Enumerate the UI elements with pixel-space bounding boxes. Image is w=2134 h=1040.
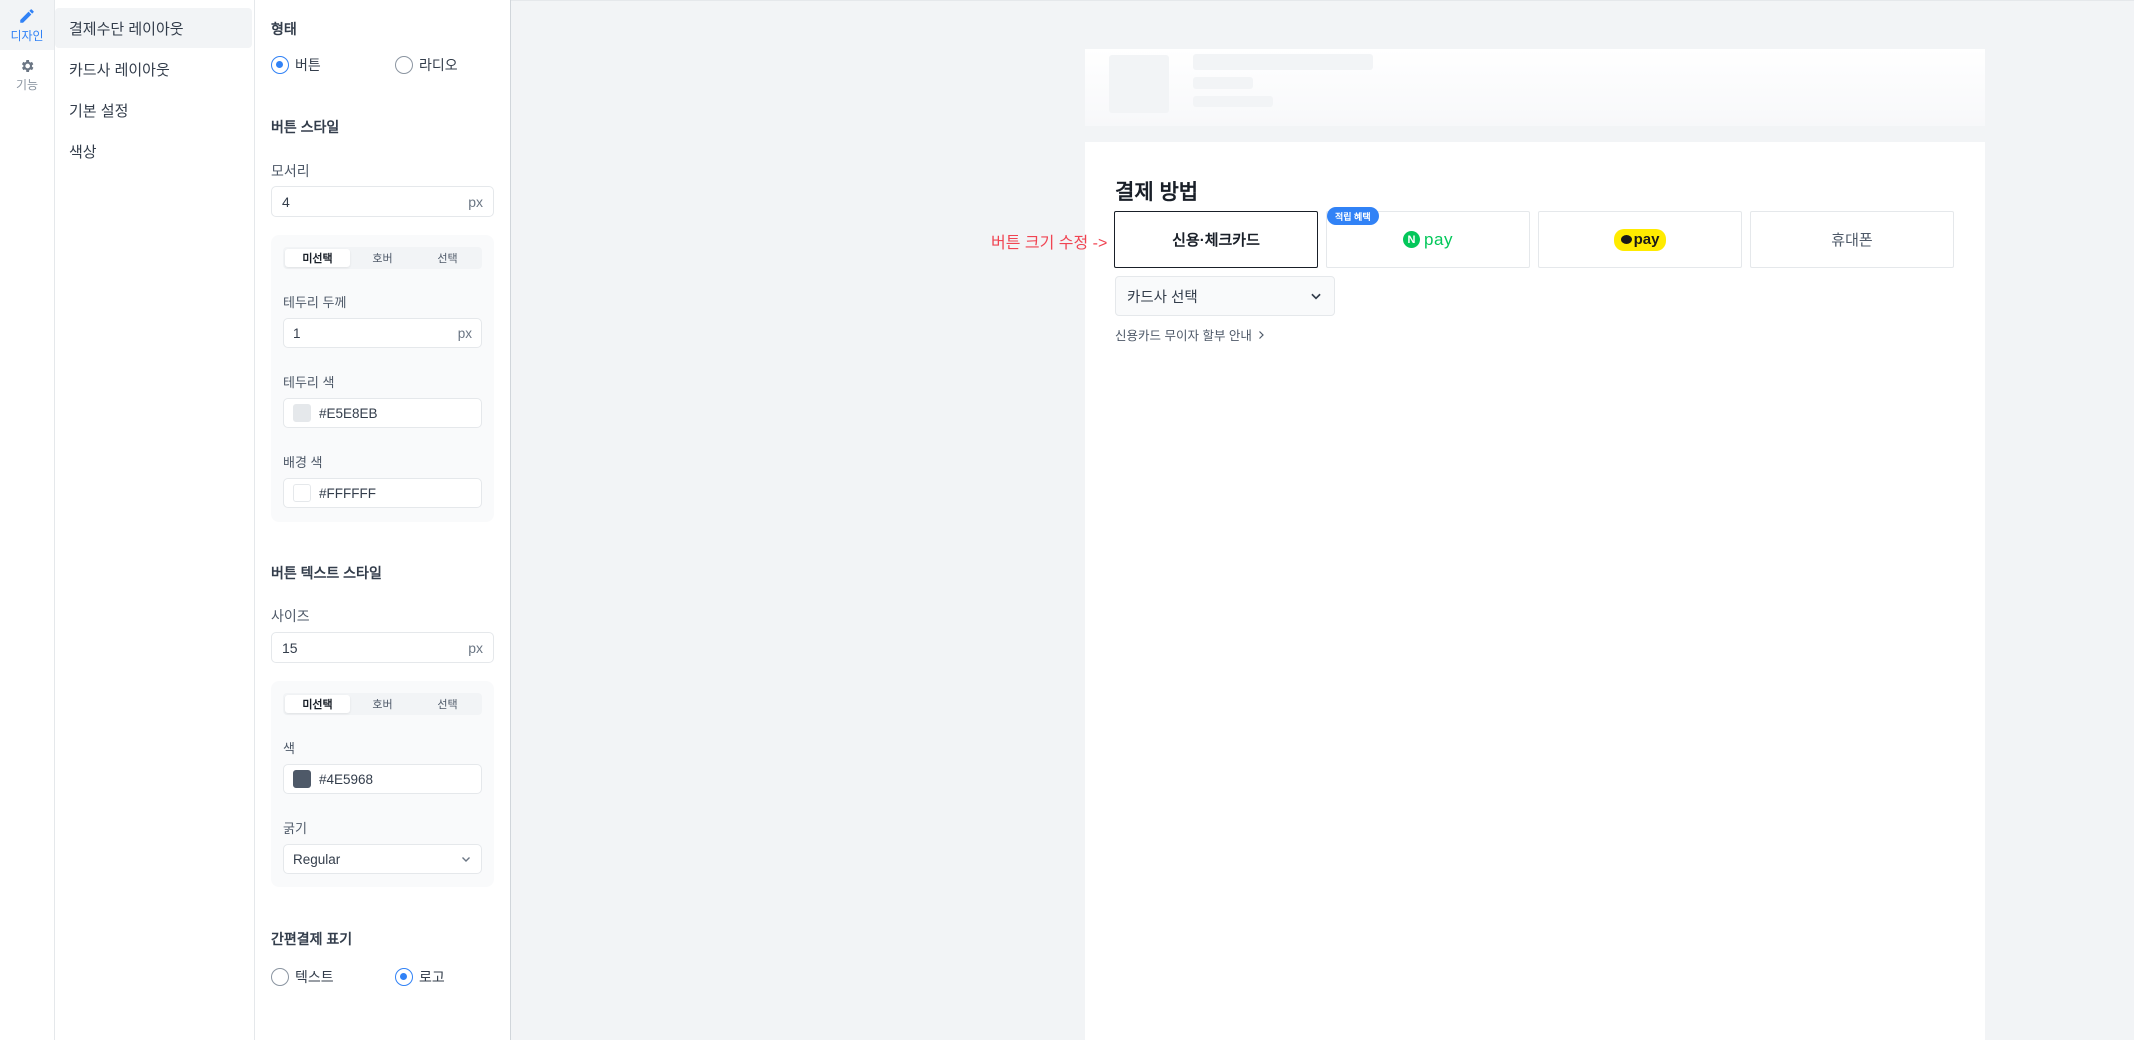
bg-color-input[interactable]: #FFFFFF [283,478,482,508]
form-option-button-label: 버튼 [295,57,321,73]
text-style-card: 미선택 호버 선택 색 #4E5968 굵기 Regular [271,681,494,887]
menu-item-colors[interactable]: 색상 [55,131,252,171]
tab-hover[interactable]: 호버 [350,695,415,713]
button-style-title: 버튼 스타일 [271,119,340,135]
text-color-swatch[interactable] [293,770,311,788]
tab-hover[interactable]: 호버 [350,249,415,267]
radio-indicator [395,968,413,986]
layout-menu: 결제수단 레이아웃 카드사 레이아웃 기본 설정 색상 [55,0,255,1040]
form-option-radio[interactable]: 라디오 [395,55,510,75]
text-size-value: 15 [282,639,298,656]
form-title: 형태 [271,21,297,37]
border-color-swatch[interactable] [293,404,311,422]
radius-input[interactable]: 4 px [271,186,494,217]
payment-method-card[interactable]: 신용·체크카드 [1114,211,1318,268]
naver-pay-text: pay [1424,229,1453,249]
border-width-value: 1 [293,325,301,341]
text-style-title: 버튼 텍스트 스타일 [271,565,382,581]
form-option-radio-label: 라디오 [419,57,458,73]
kakao-bubble-icon [1620,235,1632,244]
font-weight-value: Regular [293,851,341,867]
pencil-icon [20,8,34,23]
radius-unit: px [468,193,483,210]
skeleton-line [1193,54,1373,70]
bg-color-swatch[interactable] [293,484,311,502]
easy-pay-radio-group: 텍스트 로고 [271,967,510,987]
form-radio-group: 버튼 라디오 [271,55,510,75]
easy-pay-option-text-label: 텍스트 [295,969,334,985]
border-color-input[interactable]: #E5E8EB [283,398,482,428]
easy-pay-option-logo[interactable]: 로고 [395,967,510,987]
kakao-pay-text: pay [1633,231,1660,248]
skeleton-thumbnail [1109,55,1169,113]
rail-design-label: 디자인 [10,28,44,43]
naver-n-icon: N [1403,231,1421,248]
payment-method-card-label: 신용·체크카드 [1172,232,1260,249]
text-size-label: 사이즈 [271,608,310,624]
border-color-value: #E5E8EB [319,405,378,421]
gear-icon [21,59,34,72]
text-color-input[interactable]: #4E5968 [283,764,482,794]
naver-pay-logo: N pay [1403,230,1453,250]
form-option-button[interactable]: 버튼 [271,55,395,75]
radius-label: 모서리 [271,163,310,179]
chevron-down-icon [462,857,470,862]
text-size-input[interactable]: 15 px [271,632,494,663]
text-color-value: #4E5968 [319,771,374,787]
payment-method-title: 결제 방법 [1115,181,1199,204]
payment-method-phone-label: 휴대폰 [1831,232,1873,249]
easy-pay-option-text[interactable]: 텍스트 [271,967,395,987]
payment-method-kakao-pay[interactable]: pay [1538,211,1742,268]
chevron-down-icon [1311,293,1321,300]
card-company-placeholder: 카드사 선택 [1127,289,1198,306]
border-color-label: 테두리 색 [283,375,335,390]
installment-info-link[interactable]: 신용카드 무이자 할부 안내 [1115,325,1266,344]
font-weight-select[interactable]: Regular [283,844,482,874]
radio-indicator [395,56,413,74]
border-width-label: 테두리 두께 [283,295,347,310]
font-weight-label: 굵기 [283,821,307,836]
rail-features-label: 기능 [15,77,39,92]
payment-sheet: 결제 방법 적립 혜택 신용·체크카드 N pay pay 휴대폰 카드사 선택… [1085,142,1985,1040]
tab-unselected[interactable]: 미선택 [285,695,350,713]
border-width-input[interactable]: 1 px [283,318,482,348]
settings-panel: 형태 버튼 라디오 버튼 스타일 모서리 4 px 미선택 호버 선택 테두리 … [255,0,511,1040]
menu-item-basic-settings[interactable]: 기본 설정 [55,90,252,130]
easy-pay-title: 간편결제 표기 [271,931,353,947]
bg-color-label: 배경 색 [283,455,323,470]
tab-selected[interactable]: 선택 [415,249,480,267]
kakao-pay-logo: pay [1613,228,1667,251]
radius-value: 4 [282,193,290,210]
text-color-label: 색 [283,741,295,756]
card-company-select[interactable]: 카드사 선택 [1115,276,1335,316]
preview-canvas: 결제 방법 적립 혜택 신용·체크카드 N pay pay 휴대폰 카드사 선택… [511,0,2134,1040]
text-state-tabs: 미선택 호버 선택 [283,693,482,715]
icon-rail: 디자인 기능 [0,0,55,1040]
skeleton-line [1193,77,1253,89]
easy-pay-option-logo-label: 로고 [419,969,445,985]
rail-features[interactable]: 기능 [0,50,54,100]
bg-color-value: #FFFFFF [319,485,376,501]
skeleton-line [1193,96,1273,107]
text-size-unit: px [468,639,483,656]
button-state-tabs: 미선택 호버 선택 [283,247,482,269]
border-width-unit: px [457,325,472,341]
menu-item-payment-layout[interactable]: 결제수단 레이아웃 [55,8,252,48]
tab-selected[interactable]: 선택 [415,695,480,713]
reward-badge: 적립 혜택 [1327,207,1379,225]
radio-indicator [271,56,289,74]
button-style-card: 미선택 호버 선택 테두리 두께 1 px 테두리 색 #E5E8EB 배경 색… [271,235,494,522]
radio-indicator [271,968,289,986]
chevron-right-icon [1258,330,1264,339]
tab-unselected[interactable]: 미선택 [285,249,350,267]
rail-design[interactable]: 디자인 [0,0,54,50]
annotation-resize-button: 버튼 크기 수정 -> [991,235,1108,252]
payment-method-phone[interactable]: 휴대폰 [1750,211,1954,268]
menu-item-card-layout[interactable]: 카드사 레이아웃 [55,49,252,89]
order-summary-skeleton [1085,49,1985,126]
installment-info-text: 신용카드 무이자 할부 안내 [1115,329,1252,343]
